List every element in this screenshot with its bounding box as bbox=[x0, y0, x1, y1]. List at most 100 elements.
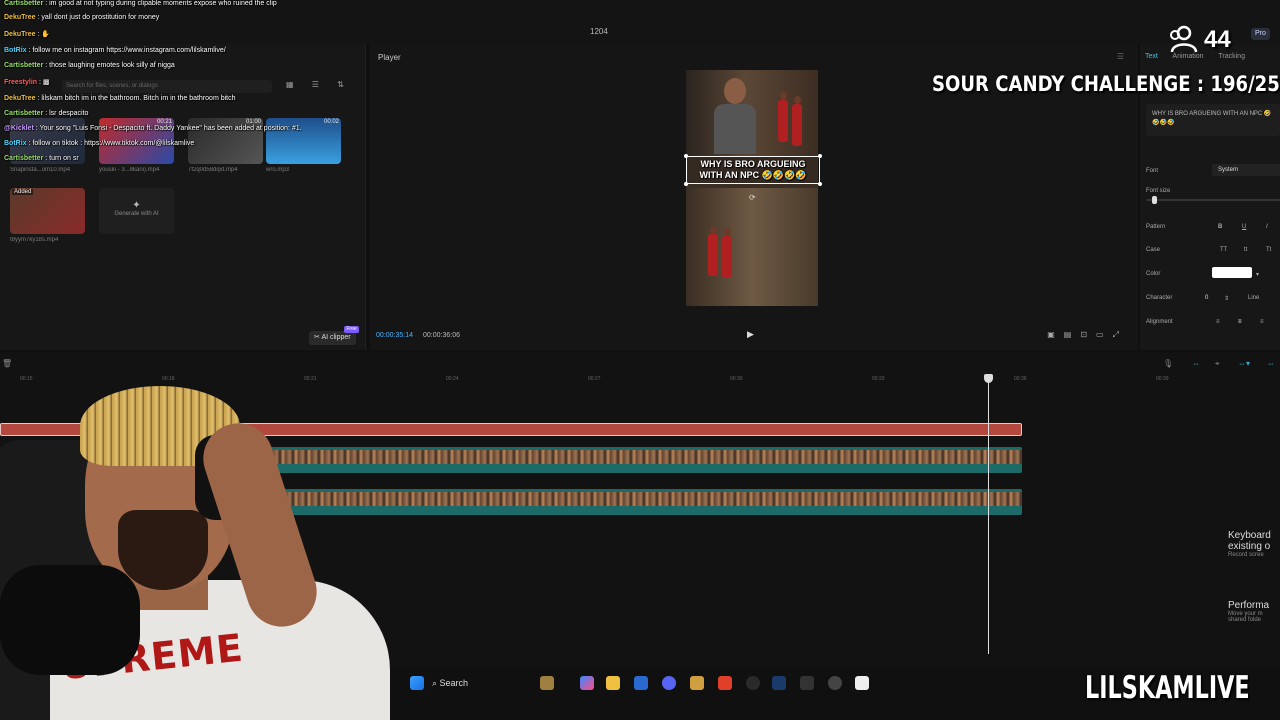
generate-label: Generate with AI bbox=[114, 211, 159, 217]
generate-with-ai-button[interactable]: ✦ Generate with AI bbox=[99, 188, 174, 234]
font-size-label: Font size bbox=[1146, 188, 1171, 194]
ai-clipper-button[interactable]: ✂ AI clipper Free bbox=[309, 326, 359, 345]
chat-message: Freestylin : ▩ bbox=[4, 78, 50, 86]
chat-user: BotRix bbox=[4, 140, 27, 147]
npc-figure bbox=[778, 92, 788, 142]
store-icon[interactable] bbox=[634, 676, 648, 690]
media-duration: 00:02 bbox=[323, 119, 339, 125]
video-preview[interactable] bbox=[686, 70, 818, 306]
color-swatch[interactable] bbox=[1212, 267, 1252, 278]
align-center-icon[interactable]: ≡ bbox=[1238, 319, 1242, 325]
bold-button[interactable]: B bbox=[1218, 224, 1222, 230]
chevron-down-icon[interactable]: ▾ bbox=[1256, 271, 1259, 278]
steam-icon[interactable] bbox=[772, 676, 786, 690]
play-icon[interactable]: ▶ bbox=[747, 329, 754, 340]
color-label: Color bbox=[1146, 271, 1161, 277]
app-icon[interactable] bbox=[746, 676, 760, 690]
copilot-icon[interactable] bbox=[580, 676, 594, 690]
windows-start-icon[interactable] bbox=[410, 676, 424, 690]
font-size-slider[interactable] bbox=[1146, 196, 1280, 204]
snap-icon[interactable]: ⇔▾ bbox=[1238, 359, 1250, 368]
chat-user: Cartisbetter bbox=[4, 62, 44, 69]
player-tools[interactable]: ▣▤⊡▭⤢ bbox=[1047, 330, 1128, 340]
chat-text: : lilskam bitch im in the bathroom. Bitc… bbox=[35, 95, 236, 102]
underline-button[interactable]: U bbox=[1242, 224, 1246, 230]
media-search-input[interactable]: Search for files, scenes, or dialogs bbox=[62, 80, 272, 93]
folder-icon[interactable] bbox=[606, 676, 620, 690]
align-left-icon[interactable]: ≡ bbox=[1216, 319, 1220, 325]
chat-message: @Kicklet : Your song "Luis Fonsi - Despa… bbox=[4, 125, 302, 132]
media-thumbnail: Added bbox=[10, 188, 85, 234]
microphone-icon[interactable]: 🎙 bbox=[1163, 359, 1173, 368]
chat-text: : follow on tiktok : https://www.tiktok.… bbox=[26, 140, 195, 147]
font-row: Font System bbox=[1146, 164, 1280, 176]
uppercase-button[interactable]: TT bbox=[1220, 247, 1227, 253]
discord-icon[interactable] bbox=[662, 676, 676, 690]
caption-selection-box[interactable]: WHY IS BRO ARGUEING WITH AN NPC 🤣🤣🤣🤣 bbox=[684, 154, 822, 186]
notification-toast[interactable]: Performa Move your m shared folde bbox=[1228, 600, 1280, 623]
chat-user: DekuTree bbox=[4, 14, 36, 21]
chat-message: DekuTree : yall dont just do prostitutio… bbox=[4, 14, 159, 21]
chat-user: Freestylin bbox=[4, 79, 38, 86]
resize-handle[interactable] bbox=[818, 154, 822, 158]
widget-icon[interactable] bbox=[540, 676, 554, 690]
capcut-icon[interactable] bbox=[855, 676, 869, 690]
properties-tabs: Text Animation Tracking bbox=[1145, 53, 1258, 60]
notification-toast[interactable]: Keyboard existing o Record scree bbox=[1228, 530, 1280, 558]
tab-animation[interactable]: Animation bbox=[1172, 53, 1203, 60]
media-item-name: t8yym7ky18s.mp4 bbox=[10, 237, 59, 243]
player-title: Player bbox=[378, 53, 401, 62]
free-badge: Free bbox=[344, 326, 359, 333]
trash-icon[interactable]: 🗑 bbox=[2, 359, 12, 368]
chat-user: Cartisbetter bbox=[4, 155, 44, 162]
resize-handle[interactable] bbox=[818, 182, 822, 186]
app-icon[interactable] bbox=[800, 676, 814, 690]
rotate-handle-icon[interactable]: ⟳ bbox=[749, 193, 756, 202]
media-panel: Search for files, scenes, or dialogs ▦ ☰… bbox=[0, 44, 366, 350]
italic-button[interactable]: I bbox=[1266, 224, 1268, 230]
menu-icon[interactable]: ☰ bbox=[1117, 52, 1124, 61]
media-item[interactable]: Added t8yym7ky18s.mp4 bbox=[10, 188, 85, 243]
media-item-name: Snapinsta...om10.mp4 bbox=[10, 167, 71, 173]
total-duration: 00:00:36:06 bbox=[423, 332, 460, 339]
align-right-icon[interactable]: ≡ bbox=[1260, 319, 1264, 325]
ruler-tick: 00:24 bbox=[446, 376, 459, 382]
chat-text: : lsr despacito bbox=[43, 110, 89, 117]
playhead[interactable] bbox=[988, 374, 989, 654]
chat-user: Cartisbetter bbox=[4, 0, 44, 7]
npc-figure bbox=[792, 96, 802, 146]
chat-message: Cartisbetter : those laughing emotes loo… bbox=[4, 62, 175, 69]
app-icon[interactable] bbox=[828, 676, 842, 690]
brave-icon[interactable] bbox=[718, 676, 732, 690]
case-label: Case bbox=[1146, 247, 1161, 253]
app-icon[interactable] bbox=[690, 676, 704, 690]
split-icon[interactable]: ⌖ bbox=[1215, 359, 1220, 369]
taskbar-search[interactable]: ⌕ Search bbox=[432, 675, 502, 691]
chat-text: : yall dont just do prostitution for mon… bbox=[35, 14, 160, 21]
search-icon: ⌕ bbox=[432, 678, 440, 688]
chat-user: BotRix bbox=[4, 47, 27, 54]
color-row: Color ▾ bbox=[1146, 267, 1280, 278]
chat-text: : bbox=[37, 79, 41, 86]
video-bottom-half bbox=[686, 188, 818, 306]
lowercase-button[interactable]: tt bbox=[1244, 247, 1247, 253]
viewer-count-number: 44 bbox=[1204, 26, 1231, 53]
font-select[interactable]: System bbox=[1212, 164, 1280, 176]
zoom-icon[interactable]: ⇔ bbox=[1267, 359, 1275, 368]
resize-handle[interactable] bbox=[684, 154, 688, 158]
resize-handle[interactable] bbox=[684, 182, 688, 186]
pro-badge[interactable]: Pro bbox=[1251, 28, 1270, 40]
titlecase-button[interactable]: Tt bbox=[1266, 247, 1271, 253]
tab-tracking[interactable]: Tracking bbox=[1218, 53, 1245, 60]
slider-knob[interactable] bbox=[1152, 196, 1157, 204]
toast-title: Performa bbox=[1228, 600, 1270, 611]
caption-text[interactable]: WHY IS BRO ARGUEING WITH AN NPC 🤣🤣🤣🤣 bbox=[687, 159, 819, 181]
stepper-icon[interactable]: ⇕ bbox=[1224, 295, 1229, 302]
chat-text: : those laughing emotes look silly af ni… bbox=[43, 62, 175, 69]
character-spacing-input[interactable]: 0 bbox=[1205, 295, 1208, 301]
text-content-input[interactable]: WHY IS BRO ARGUEING WITH AN NPC 🤣🤣🤣🤣 bbox=[1146, 104, 1280, 136]
npc-figure bbox=[722, 228, 732, 278]
tab-text[interactable]: Text bbox=[1145, 53, 1158, 60]
media-view-tools[interactable]: ▦ ☰ ⇅ bbox=[286, 80, 352, 89]
link-icon[interactable]: ⇔ bbox=[1192, 359, 1200, 368]
